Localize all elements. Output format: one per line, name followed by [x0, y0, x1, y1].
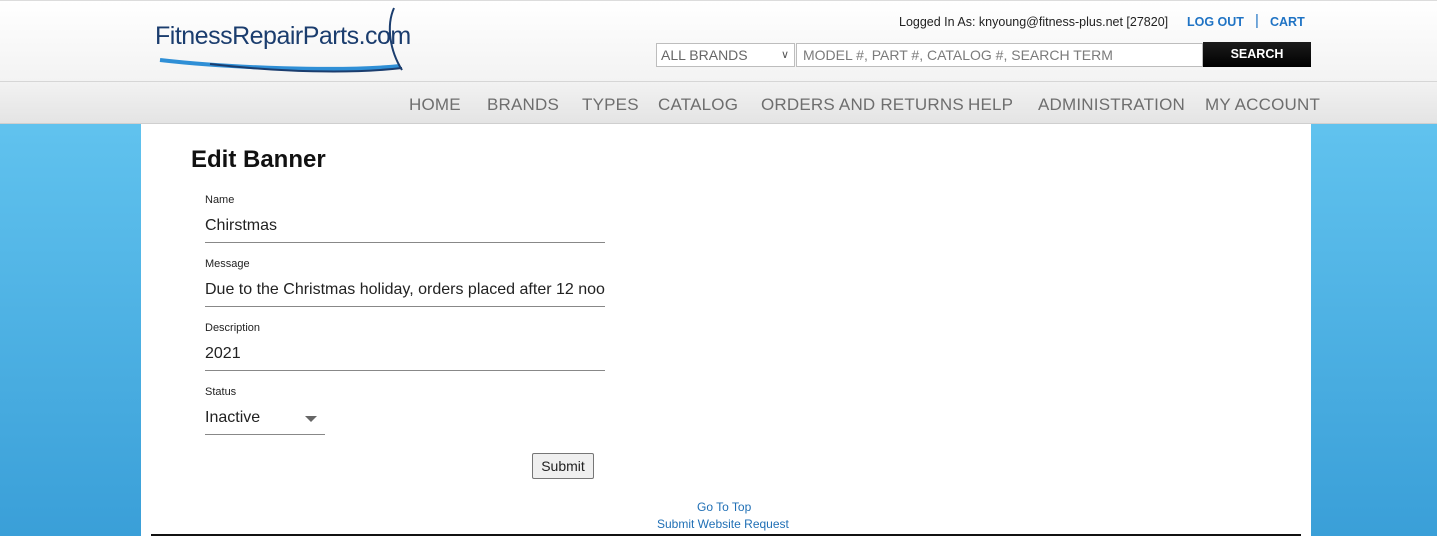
dropdown-arrow-icon	[305, 416, 317, 422]
nav-brands[interactable]: BRANDS	[487, 95, 559, 115]
nav-types[interactable]: TYPES	[582, 95, 639, 115]
description-field[interactable]: 2021	[205, 343, 605, 371]
search-button[interactable]: SEARCH	[1203, 42, 1311, 67]
brand-select-value: ALL BRANDS	[661, 47, 748, 63]
page-title: Edit Banner	[191, 146, 326, 173]
nav-help[interactable]: HELP	[968, 95, 1013, 115]
name-label: Name	[205, 194, 235, 206]
chevron-down-icon: ∨	[780, 49, 789, 61]
nav-administration[interactable]: ADMINISTRATION	[1038, 95, 1185, 115]
brand-select[interactable]: ALL BRANDS ∨	[656, 43, 795, 67]
logged-in-text: Logged In As: knyoung@fitness-plus.net […	[899, 15, 1169, 29]
nav-catalog[interactable]: CATALOG	[658, 95, 738, 115]
status-label: Status	[205, 386, 237, 398]
name-field[interactable]: Chirstmas	[205, 215, 605, 243]
description-label: Description	[205, 322, 261, 334]
submit-button[interactable]: Submit	[532, 453, 594, 479]
message-field[interactable]: Due to the Christmas holiday, orders pla…	[205, 279, 605, 307]
message-label: Message	[205, 258, 250, 270]
site-logo[interactable]: FitnessRepairParts.com	[150, 6, 411, 76]
logout-link[interactable]: LOG OUT	[1187, 15, 1244, 29]
search-input[interactable]	[796, 43, 1203, 67]
go-to-top-link[interactable]: Go To Top	[697, 500, 751, 514]
content-panel	[141, 124, 1311, 536]
submit-website-request-link[interactable]: Submit Website Request	[657, 517, 789, 531]
status-value: Inactive	[205, 409, 261, 426]
nav-orders-and-returns[interactable]: ORDERS AND RETURNS	[761, 95, 964, 115]
status-select[interactable]: Inactive	[205, 408, 325, 435]
nav-home[interactable]: HOME	[409, 95, 461, 115]
link-separator: |	[1255, 12, 1259, 29]
cart-link[interactable]: CART	[1270, 15, 1305, 29]
logo-text: FitnessRepairParts.com	[155, 22, 411, 50]
nav-my-account[interactable]: MY ACCOUNT	[1205, 95, 1320, 115]
